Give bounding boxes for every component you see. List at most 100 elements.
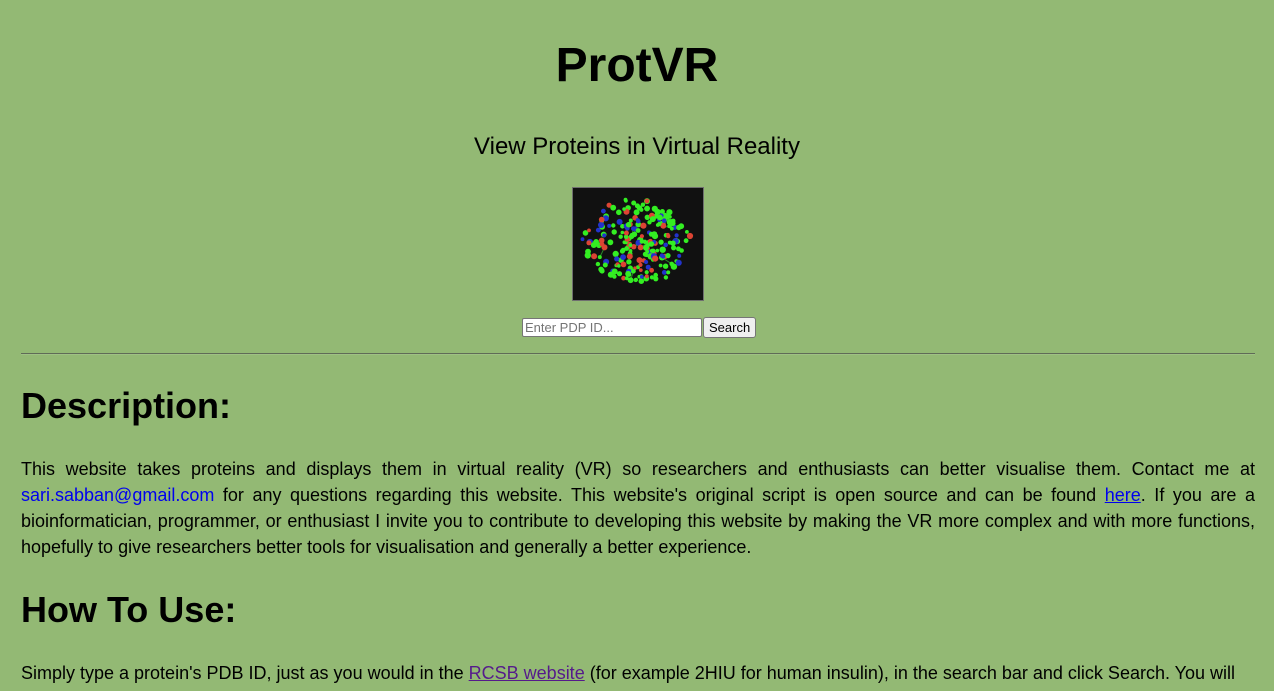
molecule-atom	[631, 200, 637, 206]
molecule-atom	[620, 261, 627, 268]
molecule-atom	[666, 232, 670, 237]
molecule-atom	[607, 239, 614, 246]
molecule-atom	[670, 218, 676, 224]
molecule-atom	[676, 224, 682, 231]
molecule-atom	[616, 218, 623, 225]
molecule-atom	[639, 239, 644, 244]
molecule-atom	[601, 208, 606, 214]
description-heading: Description:	[21, 385, 232, 426]
horizontal-divider	[21, 353, 1255, 355]
pdb-id-search-input[interactable]	[522, 318, 702, 337]
molecule-atom	[640, 222, 647, 229]
molecule-atom	[686, 232, 694, 240]
molecule-atom	[611, 229, 617, 235]
molecule-atom	[634, 277, 638, 282]
molecule-atom	[652, 255, 659, 262]
molecule-atom	[623, 230, 629, 236]
molecule-atom	[639, 274, 644, 279]
molecule-atom	[580, 237, 585, 242]
molecule-atom	[626, 253, 633, 260]
molecule-atom	[643, 244, 649, 251]
molecule-atom	[590, 242, 597, 248]
description-paragraph: This website takes proteins and displays…	[21, 456, 1255, 560]
molecule-atom	[663, 275, 669, 280]
how-to-use-heading: How To Use:	[21, 589, 237, 630]
molecule-atom	[685, 230, 689, 234]
molecule-atom	[618, 234, 623, 239]
molecule-atom	[675, 259, 682, 266]
molecule-atom	[620, 230, 625, 235]
molecule-atom	[635, 218, 640, 223]
molecule-atom	[653, 231, 658, 236]
molecule-atom	[612, 250, 619, 257]
molecule-atom	[659, 246, 666, 253]
molecule-atom	[585, 248, 591, 255]
search-button[interactable]: Search	[703, 317, 757, 338]
molecule-atom	[614, 256, 620, 262]
molecule-atom	[662, 263, 669, 269]
molecule-atom	[644, 274, 649, 279]
molecule-atom	[677, 253, 682, 258]
molecule-atom	[644, 270, 649, 275]
molecule-atom	[644, 205, 650, 212]
molecule-atom	[674, 233, 679, 238]
molecule-atom	[595, 261, 601, 267]
source-code-link[interactable]: here	[1105, 485, 1141, 505]
molecule-atom	[638, 268, 643, 272]
molecule-atom	[679, 248, 684, 253]
molecule-atom	[616, 271, 623, 277]
molecule-atom	[648, 241, 655, 247]
molecule-atom	[610, 204, 617, 211]
molecule-atom	[666, 270, 671, 275]
molecule-atom	[666, 209, 673, 216]
description-text-1: This website takes proteins and displays…	[21, 459, 1255, 479]
molecule-atom	[661, 218, 667, 223]
molecule-atom	[625, 270, 632, 277]
contact-email-link[interactable]: sari.sabban@gmail.com	[21, 485, 214, 505]
molecule-atom	[661, 270, 667, 275]
molecule-atom	[638, 278, 645, 284]
rcsb-website-link[interactable]: RCSB website	[469, 663, 585, 683]
molecule-atom	[670, 240, 676, 246]
protein-molecule-graphic	[580, 197, 694, 284]
description-text-2: for any questions regarding this website…	[214, 485, 1105, 505]
molecule-atom	[626, 259, 632, 265]
molecule-atom	[612, 274, 617, 279]
molecule-atom	[647, 220, 652, 225]
molecule-atom	[628, 243, 633, 247]
molecule-atom	[599, 267, 605, 273]
molecule-atom	[616, 209, 622, 216]
molecule-atom	[631, 268, 636, 274]
protein-preview-image	[572, 187, 704, 301]
molecule-atom	[597, 255, 602, 260]
molecule-atom	[671, 245, 677, 251]
molecule-atom	[625, 221, 632, 228]
molecule-atom	[655, 223, 660, 227]
molecule-atom	[620, 247, 626, 253]
molecule-atom	[649, 275, 654, 280]
molecule-atom	[602, 233, 607, 238]
molecule-atom	[655, 248, 660, 253]
molecule-atom	[658, 263, 663, 268]
molecule-atom	[637, 244, 644, 251]
molecule-atom	[653, 276, 659, 282]
molecule-atom	[665, 253, 671, 259]
page-subtitle: View Proteins in Virtual Reality	[474, 133, 800, 160]
molecule-atom	[660, 254, 666, 259]
molecule-atom	[598, 221, 605, 229]
molecule-atom	[617, 264, 621, 268]
molecule-atom	[611, 223, 616, 228]
molecule-atom	[683, 238, 689, 244]
molecule-atom	[591, 253, 598, 260]
molecule-atom	[669, 261, 674, 267]
molecule-atom	[663, 242, 668, 248]
molecule-atom	[649, 248, 654, 253]
how-to-use-text-2: (for example 2HIU for human insulin), in…	[584, 663, 1236, 683]
search-form: Search	[522, 317, 757, 338]
molecule-atom	[601, 244, 608, 251]
molecule-atom	[623, 197, 628, 202]
molecule-atom	[586, 240, 592, 246]
molecule-atom	[628, 218, 633, 223]
molecule-atom	[649, 267, 654, 273]
page: ProtVR View Proteins in Virtual Reality …	[0, 0, 1274, 691]
